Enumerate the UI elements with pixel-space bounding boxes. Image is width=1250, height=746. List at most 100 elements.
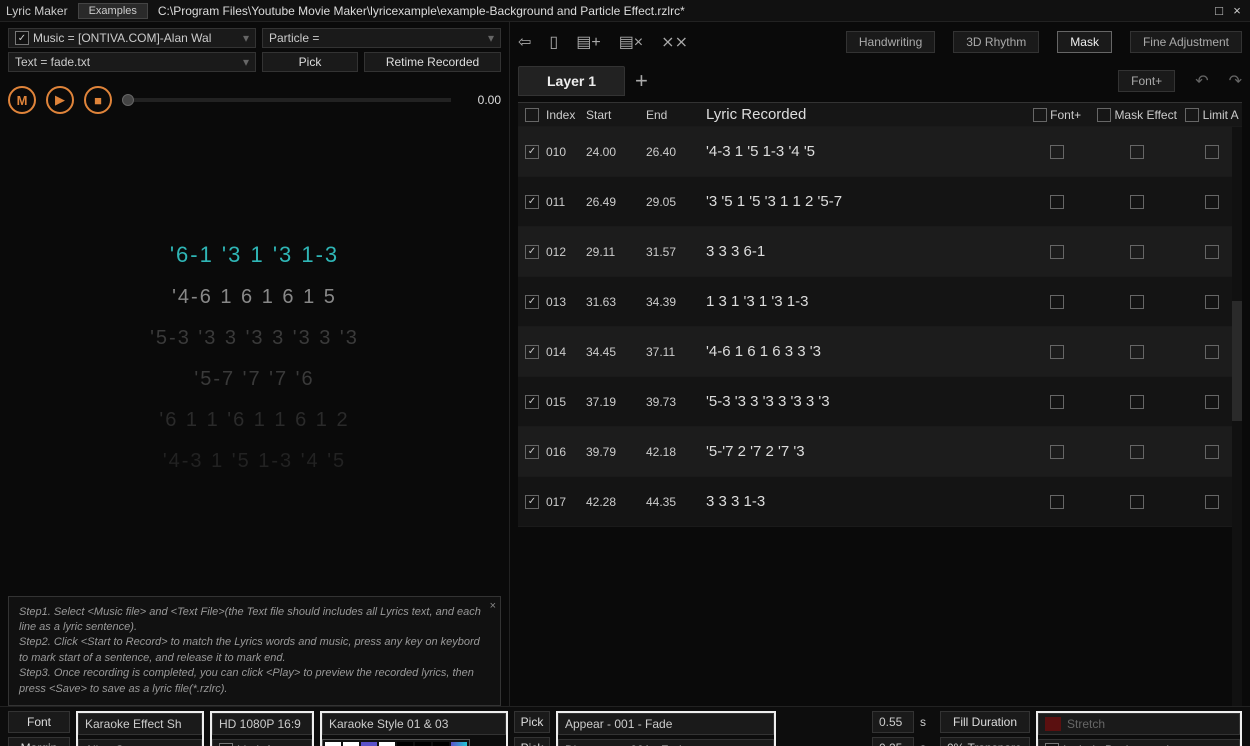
- row-mask-checkbox[interactable]: [1130, 195, 1144, 209]
- table-row[interactable]: ✓01434.4537.11'4-6 1 6 1 6 3 3 '3: [518, 327, 1242, 377]
- row-checkbox[interactable]: ✓: [525, 145, 539, 159]
- select-all-checkbox[interactable]: [525, 108, 539, 122]
- color-swatch[interactable]: [379, 742, 395, 746]
- music-field[interactable]: ✓ Music = [ONTIVA.COM]-Alan Wal ▾: [8, 28, 256, 48]
- align-dropdown[interactable]: Align Center: [78, 739, 202, 746]
- table-row[interactable]: ✓01537.1939.73'5-3 '3 3 '3 3 '3 3 '3: [518, 377, 1242, 427]
- row-mask-checkbox[interactable]: [1130, 445, 1144, 459]
- music-checkbox[interactable]: ✓: [15, 31, 29, 45]
- color-swatches[interactable]: [322, 739, 506, 746]
- appear-effect-dropdown[interactable]: Appear - 001 - Fade: [558, 713, 774, 735]
- text-field[interactable]: Text = fade.txt ▾: [8, 52, 256, 72]
- table-row[interactable]: ✓01024.0026.40'4-3 1 '5 1-3 '4 '5: [518, 127, 1242, 177]
- color-swatch[interactable]: [361, 742, 377, 746]
- disappear-duration-input[interactable]: 0.25: [872, 737, 914, 746]
- resolution-dropdown[interactable]: HD 1080P 16:9: [212, 713, 312, 735]
- particle-field[interactable]: Particle = ▾: [262, 28, 501, 48]
- karaoke-style-dropdown[interactable]: Karaoke Style 01 & 03: [322, 713, 506, 735]
- add-row-icon[interactable]: ▤+: [576, 32, 600, 52]
- marker-button[interactable]: M: [8, 86, 36, 114]
- play-button[interactable]: ▶: [46, 86, 74, 114]
- row-font-checkbox[interactable]: [1050, 445, 1064, 459]
- delete-row-icon[interactable]: ▤×: [619, 32, 643, 52]
- row-font-checkbox[interactable]: [1050, 495, 1064, 509]
- row-limit-checkbox[interactable]: [1205, 445, 1219, 459]
- row-mask-checkbox[interactable]: [1130, 295, 1144, 309]
- row-checkbox[interactable]: ✓: [525, 195, 539, 209]
- handwriting-tab[interactable]: Handwriting: [846, 31, 935, 53]
- table-row[interactable]: ✓01639.7942.18'5-'7 2 '7 2 '7 '3: [518, 427, 1242, 477]
- row-checkbox[interactable]: ✓: [525, 295, 539, 309]
- row-mask-checkbox[interactable]: [1130, 495, 1144, 509]
- row-limit-checkbox[interactable]: [1205, 145, 1219, 159]
- pick-button[interactable]: Pick: [262, 52, 358, 72]
- row-checkbox[interactable]: ✓: [525, 245, 539, 259]
- row-checkbox[interactable]: ✓: [525, 345, 539, 359]
- row-limit-checkbox[interactable]: [1205, 395, 1219, 409]
- row-checkbox[interactable]: ✓: [525, 395, 539, 409]
- delete-all-icon[interactable]: ⨯⨯: [661, 32, 688, 52]
- pick-disappear-button[interactable]: Pick: [514, 737, 550, 746]
- maximize-icon[interactable]: □: [1212, 4, 1226, 18]
- bookmark-icon[interactable]: ▯: [549, 32, 558, 52]
- undo-icon[interactable]: ↶: [1195, 71, 1208, 91]
- table-row[interactable]: ✓01229.1131.573 3 3 6-1: [518, 227, 1242, 277]
- row-mask-checkbox[interactable]: [1130, 395, 1144, 409]
- row-limit-checkbox[interactable]: [1205, 345, 1219, 359]
- table-row[interactable]: ✓01126.4929.05'3 '5 1 '5 '3 1 1 2 '5-7: [518, 177, 1242, 227]
- row-checkbox[interactable]: ✓: [525, 445, 539, 459]
- stretch-dropdown[interactable]: Stretch: [1038, 713, 1240, 735]
- mask-all-checkbox[interactable]: [1097, 108, 1111, 122]
- row-mask-checkbox[interactable]: [1130, 345, 1144, 359]
- fill-duration-button[interactable]: Fill Duration: [940, 711, 1030, 733]
- font-all-checkbox[interactable]: [1033, 108, 1047, 122]
- 3d-rhythm-tab[interactable]: 3D Rhythm: [953, 31, 1039, 53]
- row-mask-checkbox[interactable]: [1130, 245, 1144, 259]
- retime-button[interactable]: Retime Recorded: [364, 52, 501, 72]
- margin-button[interactable]: Margin: [8, 737, 70, 746]
- close-icon[interactable]: ×: [1230, 4, 1244, 18]
- back-icon[interactable]: ⇦: [518, 32, 531, 52]
- color-swatch[interactable]: [343, 742, 359, 746]
- table-row[interactable]: ✓01331.6334.391 3 1 '3 1 '3 1-3: [518, 277, 1242, 327]
- include-background-toggle[interactable]: ✓Include Background: [1038, 739, 1240, 746]
- color-swatch[interactable]: [325, 742, 341, 746]
- dropdown-icon[interactable]: ▾: [243, 55, 249, 69]
- layer-tab[interactable]: Layer 1: [518, 66, 625, 96]
- color-swatch[interactable]: [397, 742, 413, 746]
- row-font-checkbox[interactable]: [1050, 245, 1064, 259]
- fine-adjustment-tab[interactable]: Fine Adjustment: [1130, 31, 1242, 53]
- timeline-slider[interactable]: [122, 98, 451, 102]
- help-close-icon[interactable]: ×: [490, 599, 496, 614]
- color-swatch[interactable]: [433, 742, 449, 746]
- row-mask-checkbox[interactable]: [1130, 145, 1144, 159]
- color-swatch[interactable]: [415, 742, 431, 746]
- row-font-checkbox[interactable]: [1050, 395, 1064, 409]
- appear-duration-input[interactable]: 0.55: [872, 711, 914, 733]
- color-swatch[interactable]: [451, 742, 467, 746]
- examples-button[interactable]: Examples: [78, 3, 148, 19]
- dropdown-icon[interactable]: ▾: [488, 31, 494, 45]
- row-font-checkbox[interactable]: [1050, 295, 1064, 309]
- dropdown-icon[interactable]: ▾: [243, 31, 249, 45]
- row-limit-checkbox[interactable]: [1205, 195, 1219, 209]
- stop-button[interactable]: ■: [84, 86, 112, 114]
- mask-tab[interactable]: Mask: [1057, 31, 1112, 53]
- pick-appear-button[interactable]: Pick: [514, 711, 550, 733]
- row-limit-checkbox[interactable]: [1205, 245, 1219, 259]
- transparency-dropdown[interactable]: 0% Transpare: [940, 737, 1030, 746]
- table-scrollbar[interactable]: [1232, 127, 1242, 706]
- limit-all-checkbox[interactable]: [1185, 108, 1199, 122]
- row-checkbox[interactable]: ✓: [525, 495, 539, 509]
- redo-icon[interactable]: ↷: [1229, 71, 1242, 91]
- table-row[interactable]: ✓01742.2844.353 3 3 1-3: [518, 477, 1242, 527]
- row-font-checkbox[interactable]: [1050, 345, 1064, 359]
- row-limit-checkbox[interactable]: [1205, 295, 1219, 309]
- add-layer-icon[interactable]: +: [635, 68, 648, 94]
- row-font-checkbox[interactable]: [1050, 145, 1064, 159]
- karaoke-effect-dropdown[interactable]: Karaoke Effect Sh: [78, 713, 202, 735]
- row-font-checkbox[interactable]: [1050, 195, 1064, 209]
- limit-area-dropdown[interactable]: ✓Limit Area: [212, 739, 312, 746]
- disappear-effect-dropdown[interactable]: Disappear - 001 - Fade: [558, 739, 774, 746]
- font-plus-button[interactable]: Font+: [1118, 70, 1175, 92]
